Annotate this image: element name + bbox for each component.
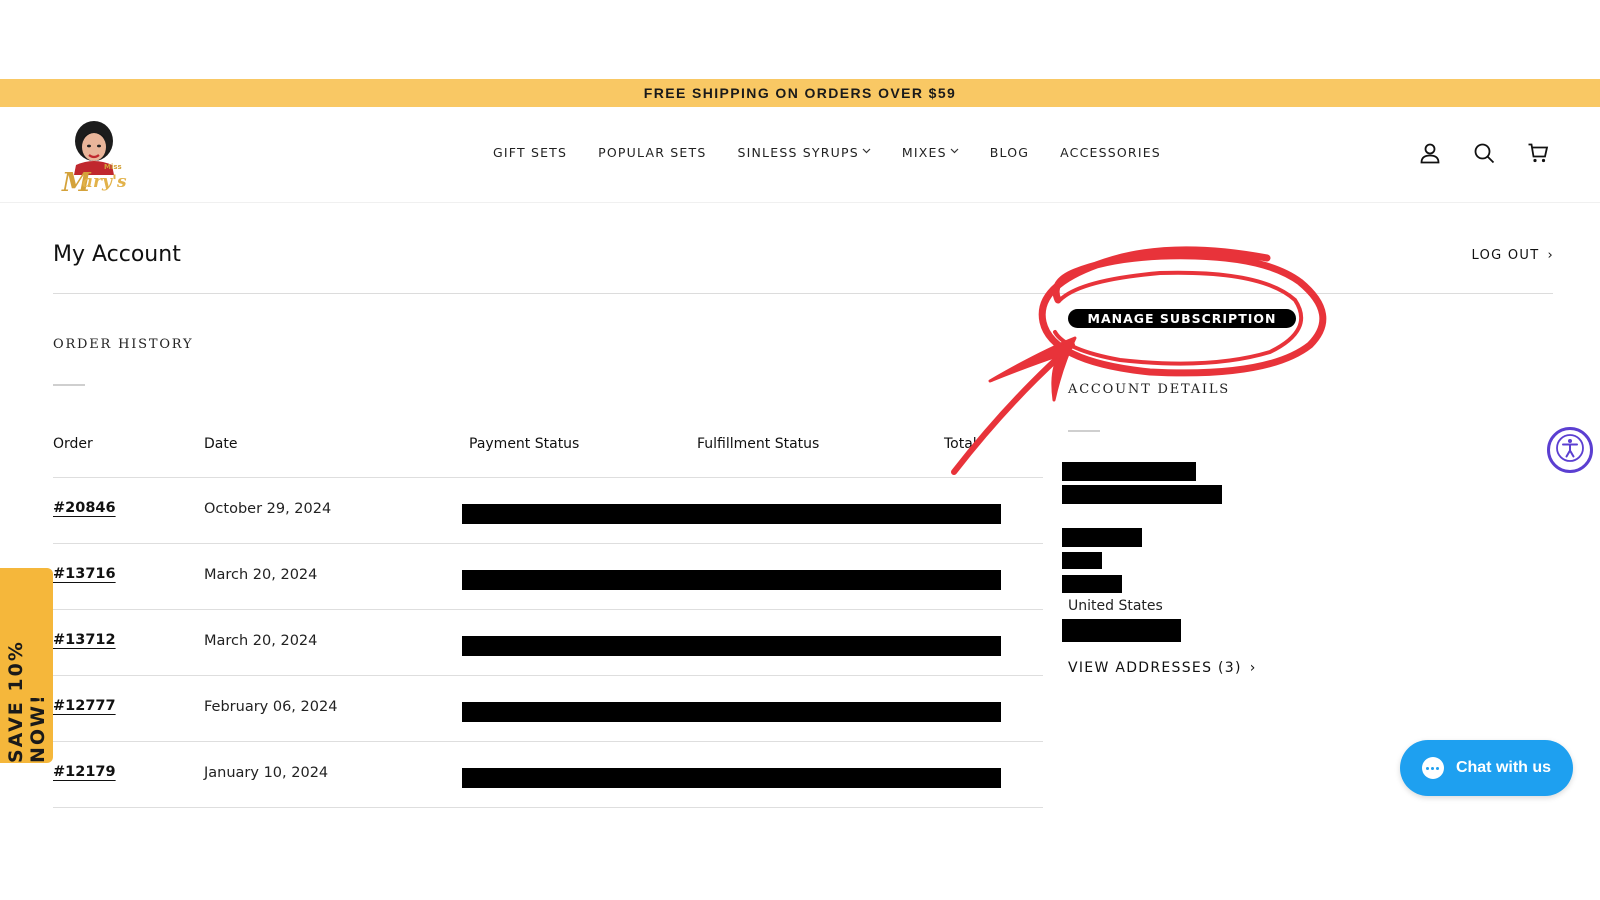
logout-label: LOG OUT <box>1471 248 1540 263</box>
redacted-bar <box>462 768 1001 788</box>
order-history-table: Order Date Payment Status Fulfillment St… <box>53 418 1043 808</box>
redacted-bar <box>1062 528 1142 547</box>
column-header-date: Date <box>204 436 238 452</box>
account-details-heading: ACCOUNT DETAILS <box>1068 382 1231 397</box>
view-addresses-link[interactable]: VIEW ADDRESSES (3) › <box>1068 660 1257 676</box>
redacted-bar <box>462 504 1001 524</box>
nav-item-gift-sets[interactable]: GIFT SETS <box>493 145 567 160</box>
site-header: M ary's Miss GIFT SETS POPULAR SETS SINL… <box>0 107 1600 203</box>
order-date: February 06, 2024 <box>204 699 338 715</box>
accessibility-icon <box>1555 433 1585 468</box>
table-header-row: Order Date Payment Status Fulfillment St… <box>53 418 1043 478</box>
column-header-total: Total <box>944 436 977 452</box>
order-date: October 29, 2024 <box>204 501 332 517</box>
table-row: #20846 October 29, 2024 <box>53 478 1043 544</box>
announcement-text: FREE SHIPPING ON ORDERS OVER $59 <box>643 85 957 101</box>
redacted-bar <box>1062 552 1102 569</box>
annotation-arrow-head <box>988 336 1077 402</box>
chevron-right-icon: › <box>1249 660 1257 676</box>
cart-icon[interactable] <box>1526 141 1550 165</box>
redacted-bar <box>1062 462 1196 481</box>
search-icon[interactable] <box>1472 141 1496 165</box>
nav-label: SINLESS SYRUPS <box>737 145 859 160</box>
chat-label: Chat with us <box>1455 759 1552 776</box>
order-link[interactable]: #13716 <box>53 566 116 582</box>
brand-logo[interactable]: M ary's Miss <box>54 117 134 198</box>
chat-button[interactable]: Chat with us <box>1400 740 1573 796</box>
svg-text:ary's: ary's <box>82 172 127 192</box>
announcement-bar: FREE SHIPPING ON ORDERS OVER $59 <box>0 79 1600 107</box>
table-row: #12777 February 06, 2024 <box>53 676 1043 742</box>
section-rule <box>53 384 85 386</box>
nav-label: POPULAR SETS <box>598 145 707 160</box>
save-tab-label: SAVE 10% NOW! <box>4 640 49 763</box>
nav-item-accessories[interactable]: ACCESSORIES <box>1060 145 1161 160</box>
nav-label: BLOG <box>989 145 1030 160</box>
redacted-bar <box>1062 575 1122 593</box>
nav-label: MIXES <box>901 145 947 160</box>
redacted-bar <box>1062 619 1181 642</box>
redacted-bar <box>1062 485 1222 504</box>
column-header-fulfillment-status: Fulfillment Status <box>697 436 820 452</box>
header-icons <box>1418 141 1550 165</box>
chevron-down-icon <box>862 147 871 157</box>
order-link[interactable]: #12777 <box>53 698 116 714</box>
redacted-bar <box>462 636 1001 656</box>
save-10-percent-tab[interactable]: SAVE 10% NOW! <box>0 568 53 763</box>
divider <box>53 293 1553 294</box>
order-date: March 20, 2024 <box>204 633 318 649</box>
table-row: #13716 March 20, 2024 <box>53 544 1043 610</box>
chevron-right-icon: › <box>1547 248 1554 263</box>
order-link[interactable]: #13712 <box>53 632 116 648</box>
table-row: #13712 March 20, 2024 <box>53 610 1043 676</box>
order-link[interactable]: #12179 <box>53 764 116 780</box>
redacted-bar <box>462 570 1001 590</box>
nav-item-popular-sets[interactable]: POPULAR SETS <box>598 145 706 160</box>
table-row: #12179 January 10, 2024 <box>53 742 1043 808</box>
order-date: March 20, 2024 <box>204 567 318 583</box>
redacted-bar <box>462 702 1001 722</box>
order-link[interactable]: #20846 <box>53 500 116 516</box>
svg-text:Miss: Miss <box>104 163 122 171</box>
accessibility-button[interactable] <box>1547 427 1593 473</box>
chat-bubble-icon <box>1421 757 1444 779</box>
nav-item-blog[interactable]: BLOG <box>990 145 1029 160</box>
nav-label: ACCESSORIES <box>1060 145 1161 160</box>
page-title: My Account <box>53 242 181 267</box>
order-date: January 10, 2024 <box>204 765 329 781</box>
manage-subscription-button[interactable]: MANAGE SUBSCRIPTION <box>1068 309 1296 328</box>
main-nav: GIFT SETS POPULAR SETS SINLESS SYRUPS MI… <box>493 145 1192 160</box>
account-icon[interactable] <box>1418 141 1442 165</box>
chevron-down-icon <box>950 147 959 157</box>
order-history-heading: ORDER HISTORY <box>53 337 194 352</box>
nav-item-mixes[interactable]: MIXES <box>902 145 959 160</box>
section-rule <box>1068 430 1100 432</box>
nav-item-sinless-syrups[interactable]: SINLESS SYRUPS <box>737 145 871 160</box>
address-country: United States <box>1068 598 1163 614</box>
view-addresses-label: VIEW ADDRESSES (3) <box>1068 660 1242 676</box>
nav-label: GIFT SETS <box>493 145 568 160</box>
column-header-payment-status: Payment Status <box>469 436 580 452</box>
column-header-order: Order <box>53 436 93 452</box>
logout-link[interactable]: LOG OUT › <box>1471 248 1554 263</box>
